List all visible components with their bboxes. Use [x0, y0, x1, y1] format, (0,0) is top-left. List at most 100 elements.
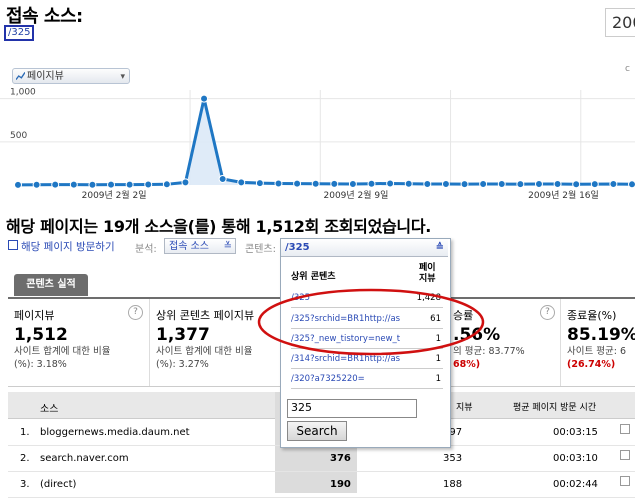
row-source-link[interactable]: search.naver.com	[40, 453, 129, 464]
x-tick-label: 2009년 2월 2일	[82, 189, 147, 201]
row-index: 1.	[20, 427, 30, 438]
analysis-label: 분석:	[135, 240, 157, 255]
metric-sub: 사이트 합계에 대한 비율	[14, 345, 143, 358]
search-button[interactable]: Search	[287, 421, 347, 441]
metric-value: 85.19%	[567, 325, 629, 345]
data-point	[591, 181, 598, 188]
data-point	[331, 180, 338, 187]
metric-pageviews: 페이지뷰 1,512 사이트 합계에 대한 비율 (%): 3.18% ?	[8, 299, 150, 386]
metric-label: 종료율(%)	[567, 307, 629, 323]
data-point	[89, 181, 96, 188]
summary-headline: 해당 페이지는 19개 소스을(를) 통해 1,512회 조회되었습니다.	[6, 213, 431, 237]
data-point	[15, 181, 22, 188]
annotation-ellipse	[255, 286, 487, 358]
data-point	[163, 181, 170, 188]
row-value: 353	[443, 453, 462, 464]
data-point	[387, 180, 394, 187]
data-point	[498, 181, 505, 188]
data-point	[461, 181, 468, 188]
row-checkbox[interactable]	[620, 424, 630, 434]
data-point	[52, 181, 59, 188]
data-point	[517, 181, 524, 188]
row-index: 3.	[20, 479, 30, 490]
data-point	[610, 180, 617, 187]
analysis-select[interactable]: 접속 소스 ≚	[164, 238, 236, 254]
visit-page-link-label: 해당 페이지 방문하기	[21, 241, 115, 253]
row-value-sorted: 190	[330, 479, 351, 490]
data-point	[349, 180, 356, 187]
tab-content-performance[interactable]: 콘텐츠 실적	[14, 274, 88, 296]
popup-item-label: /320?a7325220=	[291, 374, 365, 384]
date-range-picker[interactable]: 200	[605, 8, 635, 37]
y-tick-label: 500	[10, 131, 27, 141]
graph-metric-selector[interactable]: 페이지뷰 ▾	[12, 68, 130, 84]
analysis-select-value: 접속 소스	[169, 241, 209, 252]
visit-page-link[interactable]: 해당 페이지 방문하기	[8, 239, 115, 254]
metric-sub-pct: (%): 3.27%	[156, 358, 276, 371]
popup-col-content: 상위 콘텐츠	[291, 269, 336, 282]
x-tick-label: 2009년 2월 9일	[324, 189, 389, 201]
row-time: 00:03:10	[553, 453, 598, 464]
column-header-avg-time[interactable]: 평균 페이지 방문 시간	[513, 400, 596, 413]
content-label: 콘텐츠:	[245, 240, 276, 255]
data-point	[312, 180, 319, 187]
line-chart-icon	[16, 71, 25, 81]
chevron-down-icon: ≚	[224, 239, 232, 255]
data-point	[201, 95, 208, 102]
data-point	[256, 180, 263, 187]
metric-exit-rate: 종료율(%) 85.19% 사이트 평균: 6 (26.74%)	[561, 299, 635, 386]
data-point	[480, 180, 487, 187]
column-header-views[interactable]: 지뷰	[456, 400, 473, 413]
data-point	[108, 181, 115, 188]
metric-value: 1,512	[14, 325, 143, 345]
graph-metric-label: 페이지뷰	[27, 71, 64, 82]
page-path-tag[interactable]: /325	[4, 25, 34, 41]
data-point	[573, 181, 580, 188]
row-time: 00:02:44	[553, 479, 598, 490]
data-point	[70, 181, 77, 188]
content-search-input[interactable]: 325	[287, 399, 417, 418]
table-row[interactable]: 3. (direct) 190 188 00:02:44	[8, 471, 635, 498]
data-point	[182, 179, 189, 186]
popup-item-count: 1	[436, 370, 441, 388]
help-icon[interactable]: ?	[540, 305, 555, 320]
metric-sub: 사이트 평균: 6	[567, 345, 629, 358]
content-select-value: /325	[285, 242, 310, 253]
row-value-sorted: 376	[330, 453, 351, 464]
data-point	[275, 180, 282, 187]
row-source-link[interactable]: bloggernews.media.daum.net	[40, 427, 190, 438]
row-checkbox[interactable]	[620, 450, 630, 460]
metric-sub-pct: 68%)	[453, 358, 554, 371]
data-point	[368, 180, 375, 187]
metric-label: 페이지뷰	[14, 307, 143, 323]
data-point	[405, 180, 412, 187]
data-point	[294, 180, 301, 187]
content-select[interactable]: /325 ≙	[281, 239, 448, 257]
data-point	[554, 181, 561, 188]
row-checkbox[interactable]	[620, 476, 630, 486]
data-point	[535, 180, 542, 187]
row-time: 00:03:15	[553, 427, 598, 438]
column-header-source[interactable]: 소스	[40, 400, 58, 415]
data-point	[424, 180, 431, 187]
data-point	[442, 181, 449, 188]
help-icon[interactable]: ?	[128, 305, 143, 320]
x-tick-label: 2009년 2월 16일	[528, 189, 599, 201]
data-point	[33, 181, 40, 188]
y-tick-label: 1,000	[10, 88, 36, 98]
table-row[interactable]: 2. search.naver.com 376 353 00:03:10	[8, 445, 635, 472]
metric-sub-pct: (%): 3.18%	[14, 358, 143, 371]
data-point	[126, 181, 133, 188]
data-point	[629, 181, 635, 188]
popup-item[interactable]: /320?a7325220= 1	[291, 370, 443, 389]
external-link-icon	[8, 240, 18, 250]
data-point	[145, 181, 152, 188]
row-index: 2.	[20, 453, 30, 464]
popup-col-views: 페이 지뷰	[419, 263, 436, 285]
chevron-up-icon[interactable]: ≙	[436, 239, 444, 257]
row-source-link[interactable]: (direct)	[40, 479, 76, 490]
data-point	[238, 179, 245, 186]
pageview-line-chart: 1,000 500 2009년 2월 2일 2009년 2월 9일 2009년 2월 1…	[0, 84, 635, 204]
row-value: 188	[443, 479, 462, 490]
graph-option-label[interactable]: c	[625, 64, 630, 74]
